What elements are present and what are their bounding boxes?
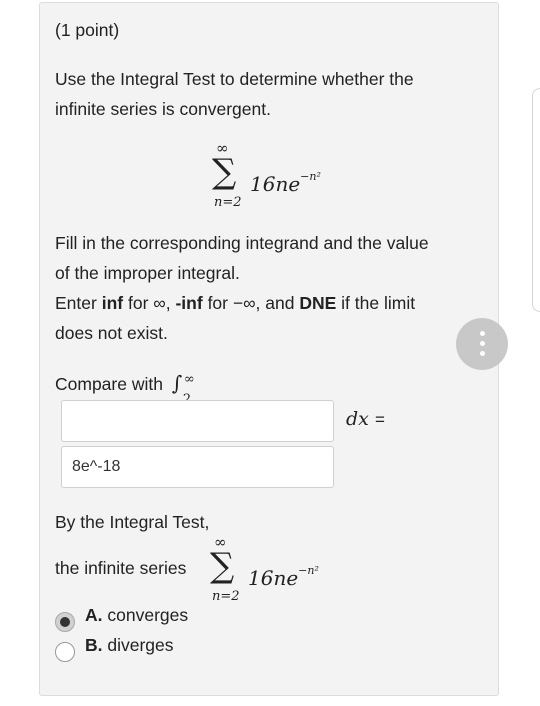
compare-label: Compare with: [55, 374, 163, 394]
sigma-symbol-2: ∑: [210, 546, 235, 586]
series-label: the infinite series: [55, 558, 187, 578]
problem-card: (1 point) Use the Integral Test to deter…: [39, 2, 499, 696]
option-diverges[interactable]: B. diverges: [85, 635, 174, 656]
option-converges[interactable]: A. converges: [85, 605, 188, 626]
instructions-line-2: of the improper integral.: [55, 263, 240, 283]
sum-lower-limit: n=2: [214, 195, 242, 210]
more-options-button[interactable]: [456, 318, 508, 370]
integral-value-text: 8e^-18: [72, 458, 121, 475]
dx-label: dx =: [346, 408, 385, 430]
compare-row: Compare with ∫2∞: [55, 368, 195, 407]
sum-lower-limit-2: n=2: [212, 589, 240, 604]
series-expression-2: ∞ ∑ n=2 16ne−n²: [206, 535, 356, 605]
series-term-2: 16ne−n²: [248, 564, 319, 590]
instructions-line-3: Enter inf for ∞, -inf for −∞, and DNE if…: [55, 293, 416, 313]
side-panel-handle[interactable]: [532, 88, 540, 312]
integrand-input[interactable]: [61, 400, 334, 442]
intro-line-2: infinite series is convergent.: [55, 99, 271, 119]
points-label: (1 point): [55, 20, 120, 40]
intro-line-1: Use the Integral Test to determine wheth…: [55, 69, 414, 89]
radio-diverges[interactable]: [55, 642, 75, 662]
sigma-symbol: ∑: [212, 152, 237, 192]
integral-sign: ∫2∞: [172, 371, 195, 407]
integral-value-input[interactable]: 8e^-18: [61, 446, 334, 488]
instructions-line-4: does not exist.: [55, 323, 168, 343]
integral-test-label: By the Integral Test,: [55, 512, 210, 532]
series-term: 16ne−n²: [250, 170, 321, 196]
integral-upper-limit: ∞: [183, 372, 195, 387]
series-expression: ∞ ∑ n=2 16ne−n²: [208, 141, 358, 211]
radio-converges[interactable]: [55, 612, 75, 632]
instructions-line-1: Fill in the corresponding integrand and …: [55, 233, 429, 253]
